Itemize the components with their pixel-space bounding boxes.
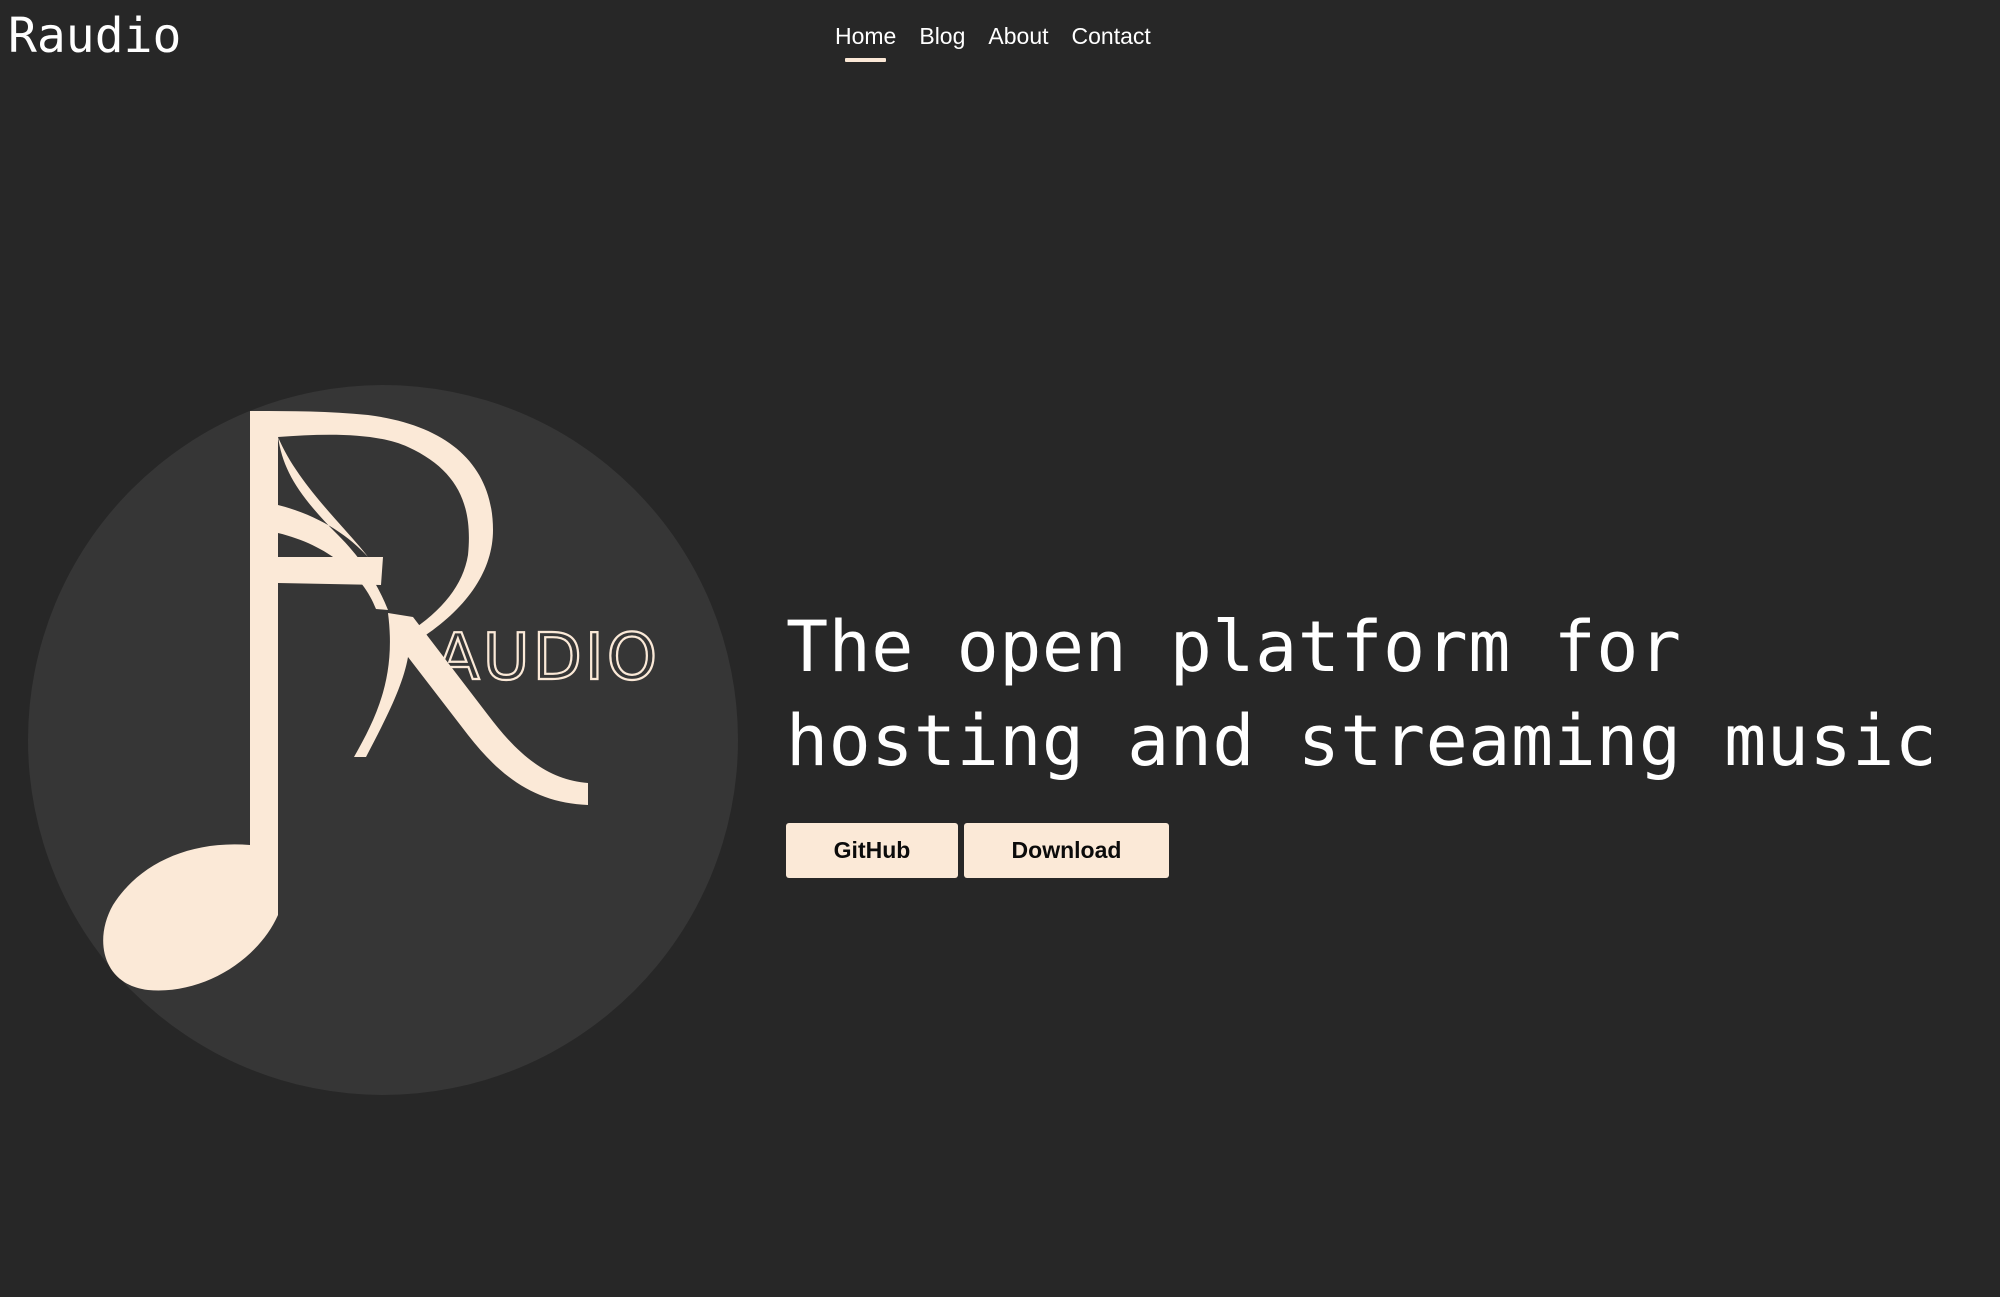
nav-blog[interactable]: Blog xyxy=(919,18,965,62)
music-note-r-logo-icon: AUDIO xyxy=(103,411,660,991)
nav-about[interactable]: About xyxy=(988,18,1048,62)
nav-contact[interactable]: Contact xyxy=(1072,18,1151,62)
github-button[interactable]: GitHub xyxy=(786,823,958,878)
headline-line-1: The open platform for xyxy=(786,606,1682,688)
download-button[interactable]: Download xyxy=(964,823,1169,878)
headline-line-2: hosting and streaming music xyxy=(786,700,1938,782)
main-nav: Home Blog About Contact xyxy=(835,18,1151,62)
hero-actions: GitHub Download xyxy=(786,823,1169,878)
hero-headline: The open platform for hosting and stream… xyxy=(786,600,1937,788)
note-head-shape xyxy=(103,844,278,991)
raudio-logo: AUDIO xyxy=(28,385,738,1095)
nav-home[interactable]: Home xyxy=(835,18,896,62)
brand-logo-text[interactable]: Raudio xyxy=(8,8,181,64)
logo-wordmark: AUDIO xyxy=(436,621,660,695)
